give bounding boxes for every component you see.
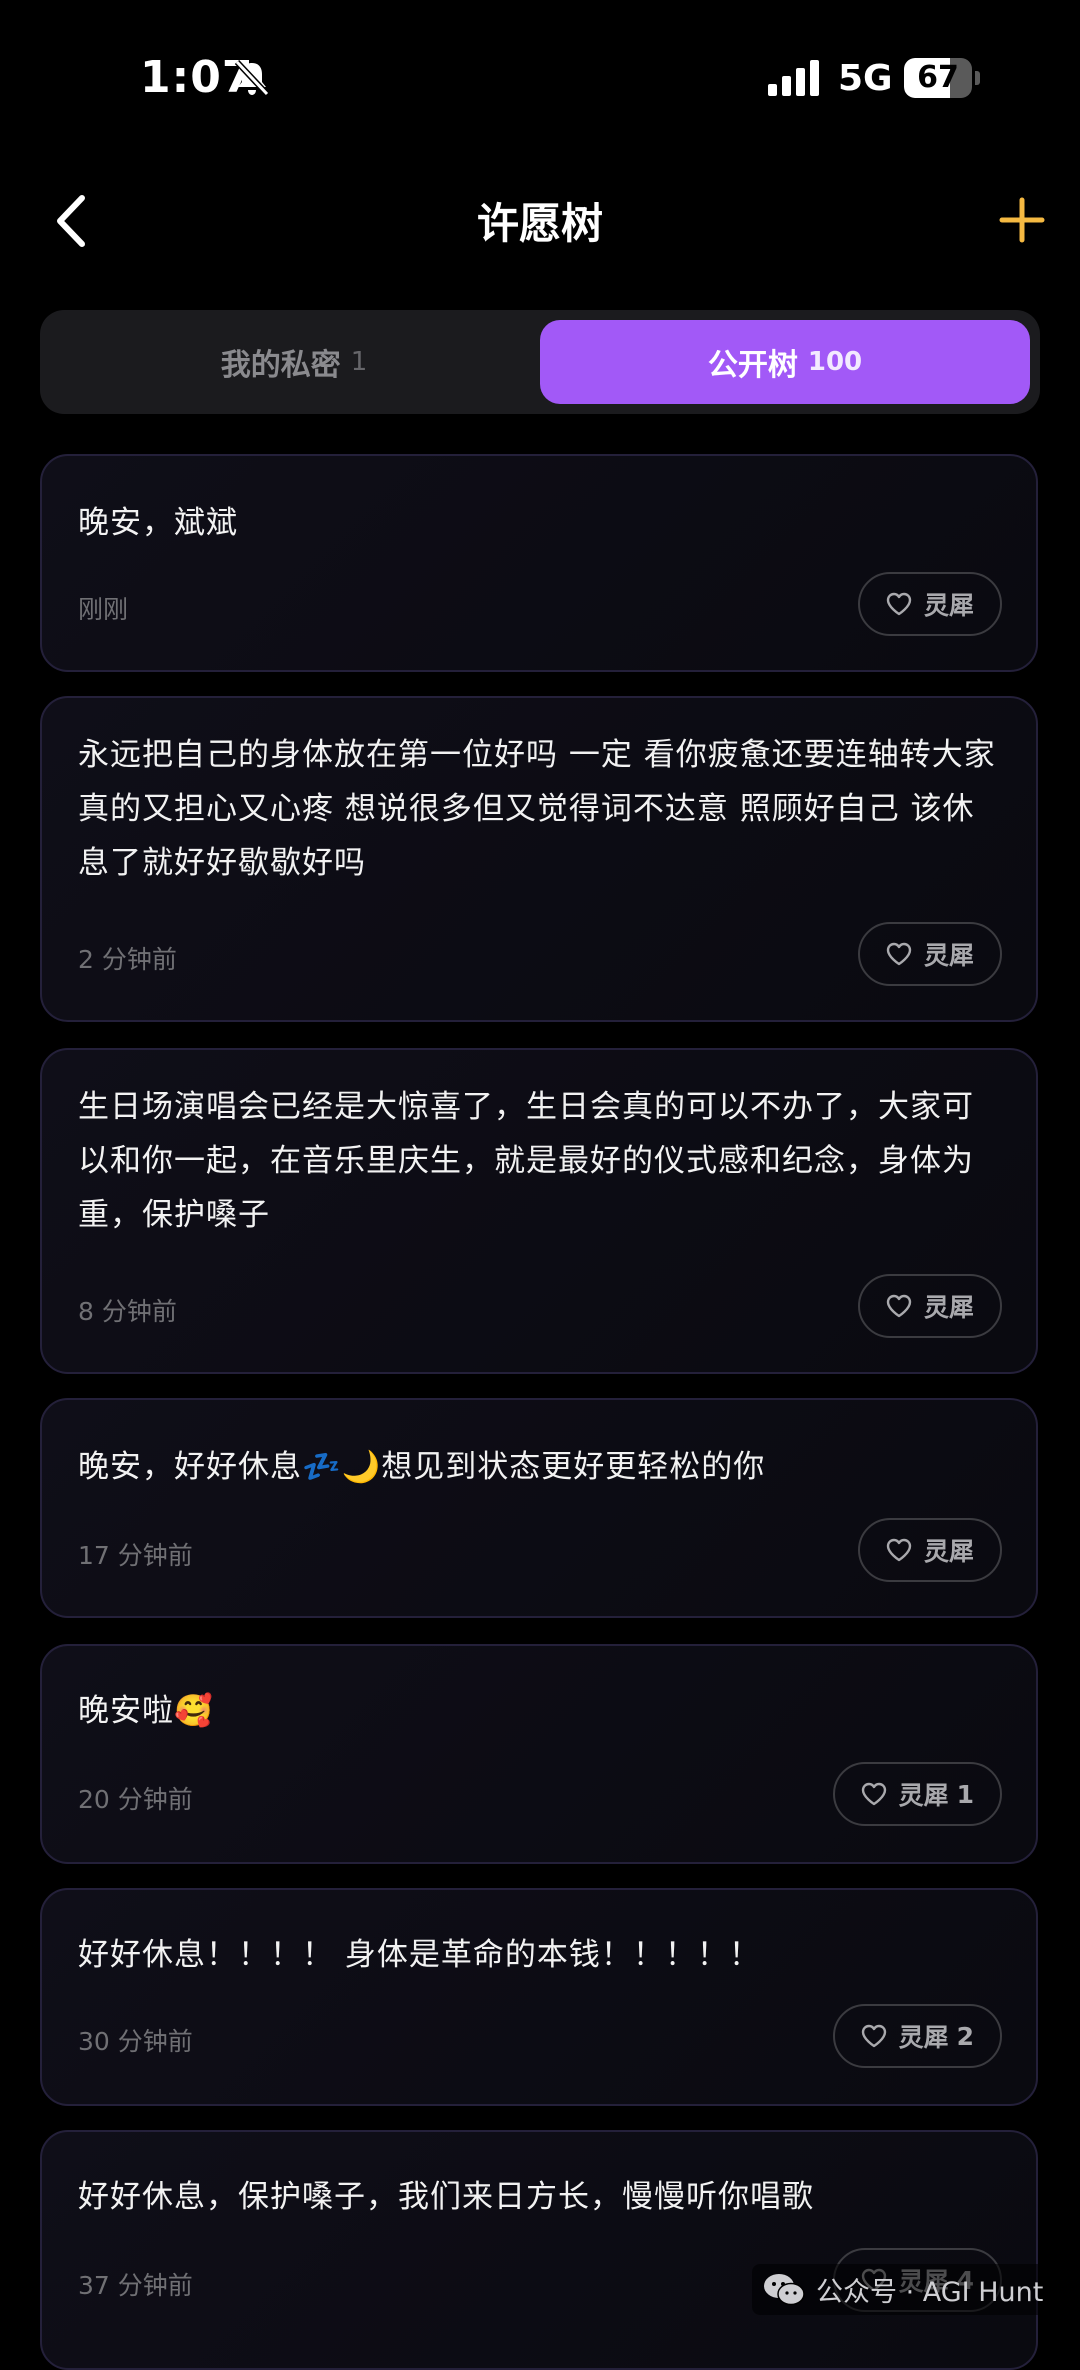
like-button[interactable]: 灵犀: [857, 1518, 1002, 1582]
wish-card[interactable]: 好好休息！！！！ 身体是革命的本钱！！！！！ 30 分钟前 灵犀 2: [40, 1888, 1038, 2106]
wish-time: 17 分钟前: [78, 1541, 193, 1570]
wish-card[interactable]: 好好休息，保护嗓子，我们来日方长，慢慢听你唱歌 37 分钟前 灵犀 4: [40, 2130, 1038, 2370]
wish-time: 2 分钟前: [78, 945, 177, 974]
like-label: 灵犀: [923, 1537, 974, 1566]
wish-time: 37 分钟前: [78, 2271, 193, 2300]
like-label: 灵犀: [898, 1781, 949, 1810]
wish-time: 30 分钟前: [78, 2027, 193, 2056]
wish-card[interactable]: 永远把自己的身体放在第一位好吗 一定 看你疲惫还要连轴转大家真的又担心又心疼 想…: [40, 696, 1038, 1022]
heart-icon: [886, 1538, 912, 1562]
wish-text: 好好休息，保护嗓子，我们来日方长，慢慢听你唱歌: [78, 2179, 814, 2215]
watermark: 公众号 · AGI Hunt: [752, 2264, 1054, 2315]
like-label: 灵犀: [898, 2023, 949, 2052]
like-button[interactable]: 灵犀 1: [832, 1762, 1002, 1826]
wish-text: 永远把自己的身体放在第一位好吗 一定 看你疲惫还要连轴转大家真的又担心又心疼 想…: [78, 737, 996, 881]
wish-time: 20 分钟前: [78, 1785, 193, 1814]
wechat-icon: [764, 2273, 805, 2305]
wish-card[interactable]: 晚安，好好休息💤🌙想见到状态更好更轻松的你 17 分钟前 灵犀: [40, 1398, 1038, 1618]
like-label: 灵犀: [923, 1293, 974, 1322]
like-button[interactable]: 灵犀: [857, 1274, 1002, 1338]
wish-card[interactable]: 生日场演唱会已经是大惊喜了，生日会真的可以不办了，大家可以和你一起，在音乐里庆生…: [40, 1048, 1038, 1374]
wish-time: 8 分钟前: [78, 1297, 177, 1326]
wish-text: 好好休息！！！！ 身体是革命的本钱！！！！！: [78, 1937, 761, 1973]
like-label: 灵犀: [923, 591, 974, 620]
like-button[interactable]: 灵犀 2: [832, 2004, 1002, 2068]
wish-text: 生日场演唱会已经是大惊喜了，生日会真的可以不办了，大家可以和你一起，在音乐里庆生…: [78, 1089, 974, 1233]
heart-icon: [861, 1782, 886, 1806]
like-button[interactable]: 灵犀: [857, 572, 1002, 636]
like-button[interactable]: 灵犀: [857, 922, 1002, 986]
like-count: 1: [956, 1779, 974, 1809]
wish-text: 晚安，好好休息💤🌙想见到状态更好更轻松的你: [78, 1449, 766, 1485]
wish-text: 晚安啦🥰: [78, 1693, 214, 1729]
heart-icon: [886, 942, 912, 966]
heart-icon: [886, 592, 912, 616]
like-label: 灵犀: [923, 941, 974, 970]
heart-icon: [886, 1294, 912, 1318]
wish-card[interactable]: 晚安，斌斌 刚刚 灵犀: [40, 454, 1038, 672]
wish-text: 晚安，斌斌: [78, 505, 238, 541]
like-count: 2: [956, 2021, 974, 2051]
watermark-text: 公众号 · AGI Hunt: [816, 2277, 1044, 2308]
wish-list: 晚安，斌斌 刚刚 灵犀 永远把自己的身体放在第一位好吗 一定 看你疲惫还要连轴转…: [0, 0, 1080, 2370]
heart-icon: [861, 2024, 886, 2048]
wish-card[interactable]: 晚安啦🥰 20 分钟前 灵犀 1: [40, 1644, 1038, 1864]
wish-time: 刚刚: [78, 595, 129, 624]
